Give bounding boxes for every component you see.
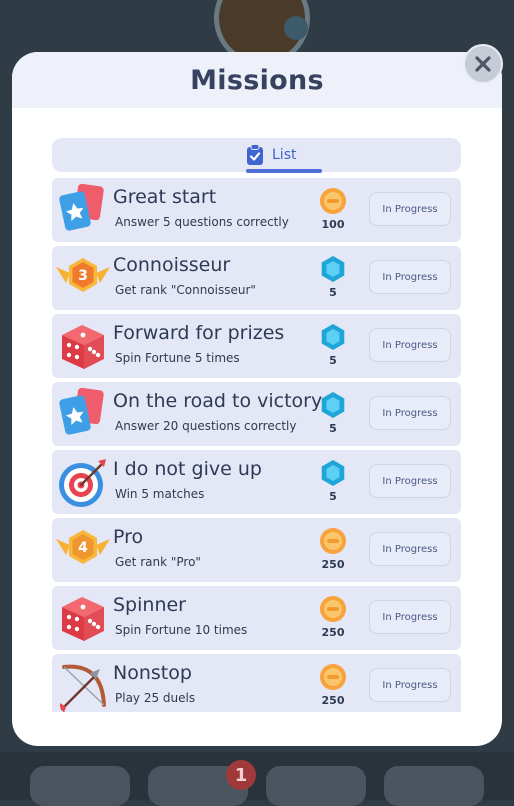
gem-icon bbox=[321, 324, 345, 350]
reward-value: 100 bbox=[321, 218, 345, 231]
coin-icon bbox=[320, 664, 346, 690]
background-search-icon bbox=[284, 16, 308, 40]
rank-badge-icon: 3 bbox=[56, 258, 110, 292]
reward-value: 250 bbox=[321, 694, 345, 707]
modal-header: Missions bbox=[12, 52, 502, 108]
status-button[interactable]: In Progress bbox=[369, 668, 451, 702]
mission-row: Spinner Spin Fortune 10 times 250 In Pro… bbox=[52, 586, 461, 650]
status-button[interactable]: In Progress bbox=[369, 464, 451, 498]
reward-value: 5 bbox=[329, 490, 337, 503]
background-notification-badge: 1 bbox=[226, 760, 256, 790]
status-button[interactable]: In Progress bbox=[369, 192, 451, 226]
missions-list[interactable]: Great start Answer 5 questions correctly… bbox=[52, 178, 461, 712]
mission-title: Connoisseur bbox=[113, 254, 231, 276]
rank-number: 3 bbox=[78, 268, 88, 284]
mission-description: Spin Fortune 10 times bbox=[115, 623, 248, 637]
mission-description: Get rank "Connoisseur" bbox=[115, 283, 256, 297]
mission-row: On the road to victory Answer 20 questio… bbox=[52, 382, 461, 446]
gem-icon bbox=[321, 392, 345, 418]
gem-icon bbox=[321, 256, 345, 282]
mission-title: Spinner bbox=[113, 594, 186, 616]
mission-row: 4 Pro Get rank "Pro" 250 In Progress bbox=[52, 518, 461, 582]
reward-value: 5 bbox=[329, 286, 337, 299]
tab-active-indicator bbox=[246, 169, 322, 173]
mission-row: I do not give up Win 5 matches 5 In Prog… bbox=[52, 450, 461, 514]
mission-title: Forward for prizes bbox=[113, 322, 285, 344]
mission-row: 3 Connoisseur Get rank "Connoisseur" 5 I… bbox=[52, 246, 461, 310]
mission-description: Get rank "Pro" bbox=[115, 555, 201, 569]
mission-row: Great start Answer 5 questions correctly… bbox=[52, 178, 461, 242]
status-button[interactable]: In Progress bbox=[369, 600, 451, 634]
coin-icon bbox=[320, 596, 346, 622]
status-button[interactable]: In Progress bbox=[369, 260, 451, 294]
gem-icon bbox=[321, 460, 345, 486]
mission-description: Answer 20 questions correctly bbox=[115, 419, 297, 433]
tab-bar: List bbox=[52, 138, 461, 173]
cards-icon bbox=[59, 387, 104, 435]
missions-modal: Missions List Great start Answer 5 quest… bbox=[12, 52, 502, 746]
mission-row: Forward for prizes Spin Fortune 5 times … bbox=[52, 314, 461, 378]
reward-value: 5 bbox=[329, 354, 337, 367]
mission-title: On the road to victory bbox=[113, 390, 323, 412]
background-missions-button bbox=[266, 766, 366, 806]
status-button[interactable]: In Progress bbox=[369, 532, 451, 566]
tab-list[interactable]: List bbox=[246, 138, 296, 172]
reward-value: 250 bbox=[321, 626, 345, 639]
status-button[interactable]: In Progress bbox=[369, 396, 451, 430]
mission-description: Answer 5 questions correctly bbox=[115, 215, 289, 229]
mission-description: Spin Fortune 5 times bbox=[115, 351, 240, 365]
close-icon bbox=[475, 56, 491, 72]
dice-icon bbox=[62, 597, 104, 641]
tab-list-label: List bbox=[272, 147, 297, 163]
dice-icon bbox=[62, 325, 104, 369]
rank-badge-icon: 4 bbox=[56, 530, 110, 564]
background-rank-button bbox=[384, 766, 484, 806]
mission-description: Win 5 matches bbox=[115, 487, 205, 501]
mission-title: Nonstop bbox=[113, 662, 192, 684]
clipboard-check-icon bbox=[247, 144, 263, 165]
modal-title: Missions bbox=[190, 64, 324, 96]
mission-title: Great start bbox=[113, 186, 217, 208]
background-shop-button bbox=[30, 766, 130, 806]
reward-value: 5 bbox=[329, 422, 337, 435]
close-button[interactable] bbox=[463, 44, 503, 84]
mission-title: Pro bbox=[113, 526, 144, 548]
reward-value: 250 bbox=[321, 558, 345, 571]
target-icon bbox=[59, 459, 106, 507]
rank-number: 4 bbox=[78, 540, 88, 556]
bow-icon bbox=[60, 664, 106, 712]
coin-icon bbox=[320, 188, 346, 214]
mission-row: Nonstop Play 25 duels 250 In Progress bbox=[52, 654, 461, 712]
mission-description: Play 25 duels bbox=[115, 691, 196, 705]
status-button[interactable]: In Progress bbox=[369, 328, 451, 362]
coin-icon bbox=[320, 528, 346, 554]
mission-title: I do not give up bbox=[113, 458, 262, 480]
cards-icon bbox=[59, 183, 104, 231]
